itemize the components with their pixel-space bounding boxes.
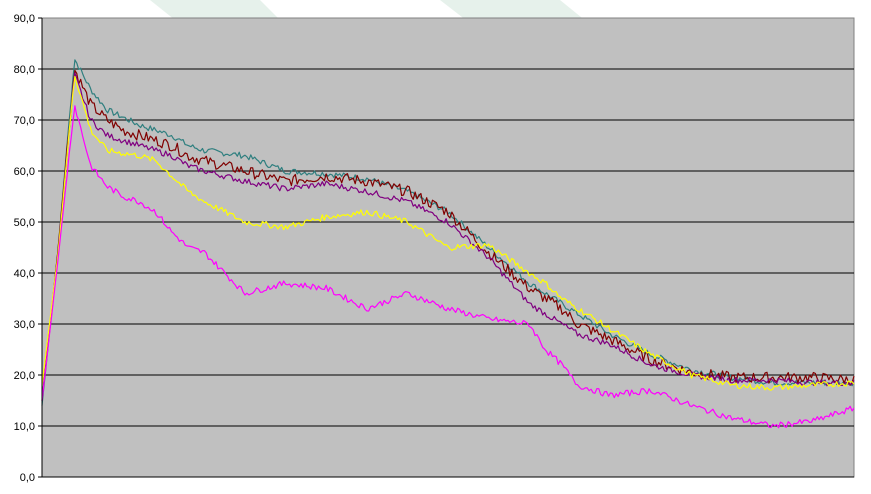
y-tick-label: 10,0 [14,421,35,433]
y-tick-label: 90,0 [14,13,35,25]
y-tick-label: 50,0 [14,217,35,229]
chart-svg: 0,0 10,0 20,0 30,0 40,0 50,0 60,0 70,0 80,0 90,0 [14,0,855,484]
y-tick-label: 80,0 [14,64,35,76]
y-tick-label: 30,0 [14,319,35,331]
line-chart: 0,0 10,0 20,0 30,0 40,0 50,0 60,0 70,0 80,0 90,0 [0,0,871,494]
plot-background [41,17,855,478]
y-tick-label: 0,0 [20,472,35,484]
y-tick-label: 60,0 [14,166,35,178]
y-tick-label: 70,0 [14,115,35,127]
y-tick-label: 40,0 [14,268,35,280]
y-tick-label: 20,0 [14,370,35,382]
